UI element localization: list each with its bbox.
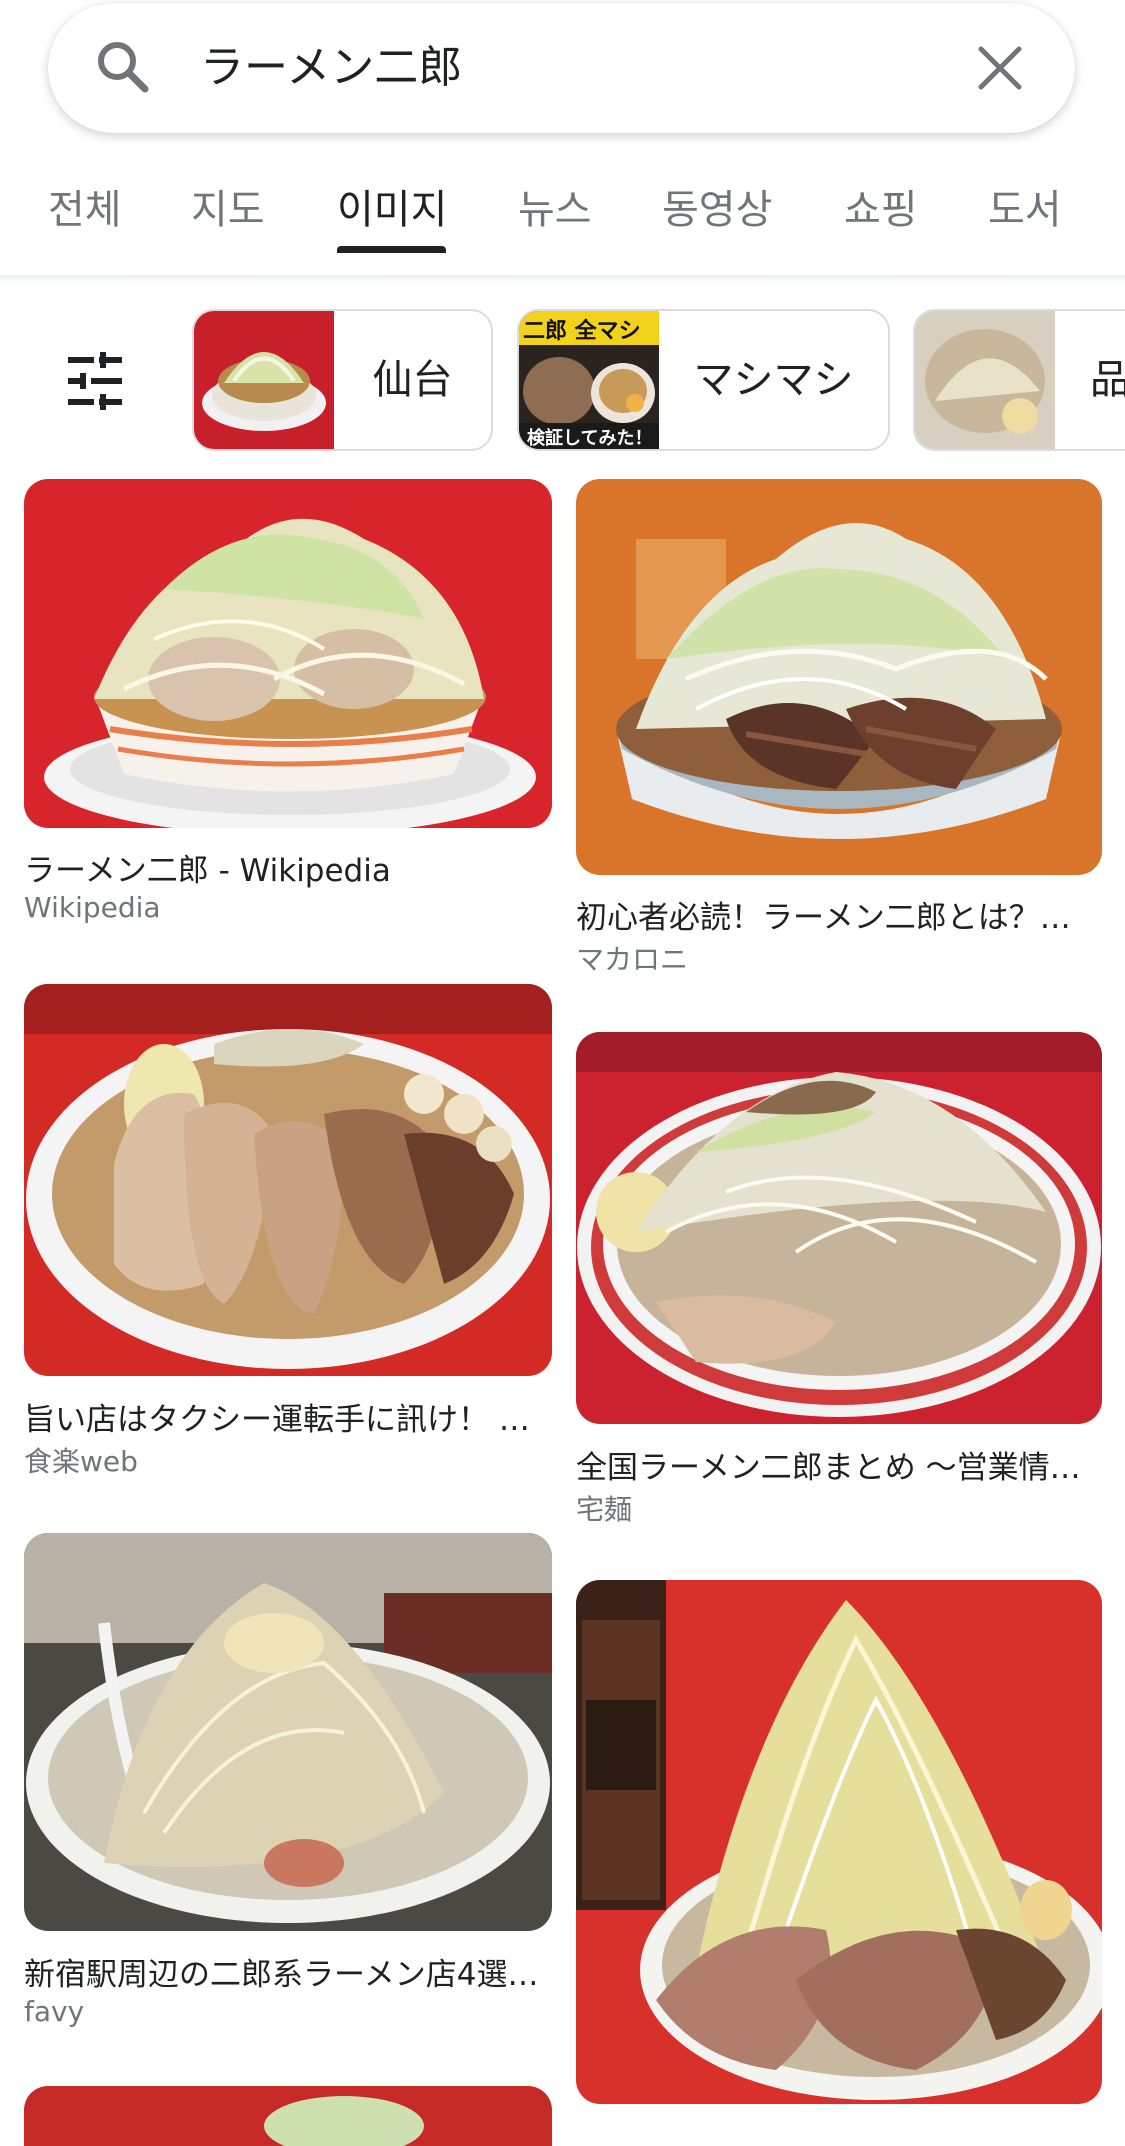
chip-sendai[interactable]: 仙台 (192, 309, 493, 451)
result-source: 食楽web (24, 1445, 138, 1478)
close-icon[interactable] (975, 43, 1025, 93)
chip-thumbnail: 二郎 全マシ 検証してみた！ (519, 311, 659, 449)
chip-thumb-text-top: 二郎 全マシ (523, 318, 641, 344)
header-divider (0, 275, 1125, 285)
chip-label: 品 (1055, 311, 1125, 449)
chip-thumbnail (915, 311, 1055, 449)
chip-label: マシマシ (693, 357, 854, 403)
search-icon[interactable] (88, 33, 158, 103)
active-tab-indicator (337, 246, 446, 253)
tab-shopping[interactable]: 쇼핑 (844, 170, 918, 254)
chip-thumbnail (194, 311, 334, 449)
tab-all[interactable]: 전체 (48, 170, 122, 254)
result-card[interactable]: 旨い店はタクシー運転手に訊け！ … 食楽web (24, 984, 552, 1484)
tune-icon[interactable] (66, 352, 124, 410)
tab-news[interactable]: 뉴스 (518, 170, 592, 254)
search-tabs: 전체 지도 이미지 뉴스 동영상 쇼핑 도서 (0, 170, 1125, 260)
result-source: Wikipedia (24, 891, 161, 924)
result-card[interactable]: 新宿駅周辺の二郎系ラーメン店4選… favy (24, 1533, 552, 2033)
result-image[interactable] (24, 984, 552, 1376)
result-image[interactable] (24, 2086, 552, 2146)
result-source: favy (24, 1995, 85, 2028)
result-title[interactable]: 新宿駅周辺の二郎系ラーメン店4選… (24, 1949, 552, 1994)
result-title[interactable]: ラーメン二郎 - Wikipedia (24, 845, 552, 890)
result-image[interactable] (576, 1580, 1102, 2104)
tab-videos[interactable]: 동영상 (662, 170, 772, 254)
chip-third[interactable]: 品 (913, 309, 1125, 451)
chip-thumb-text-bottom: 検証してみた！ (527, 427, 652, 449)
search-input[interactable]: ラーメン二郎 (200, 3, 462, 133)
chip-label: 仙台 (372, 357, 453, 403)
search-bar[interactable]: ラーメン二郎 (48, 3, 1075, 133)
result-title[interactable]: 旨い店はタクシー運転手に訊け！ … (24, 1394, 552, 1439)
result-title[interactable]: 全国ラーメン二郎まとめ ～営業情… (576, 1442, 1102, 1487)
result-title[interactable]: 初心者必読！ラーメン二郎とは？… (576, 892, 1102, 937)
result-image[interactable] (24, 1533, 552, 1931)
result-card[interactable] (24, 2086, 552, 2146)
chip-mashimashi[interactable]: 二郎 全マシ 検証してみた！ マシマシ (517, 309, 890, 451)
result-card[interactable] (576, 1580, 1102, 2104)
result-image[interactable] (24, 479, 552, 828)
result-card[interactable]: ラーメン二郎 - Wikipedia Wikipedia (24, 479, 552, 939)
result-card[interactable]: 初心者必読！ラーメン二郎とは？… マカロニ (576, 479, 1102, 979)
result-image[interactable] (576, 1032, 1102, 1424)
result-image[interactable] (576, 479, 1102, 875)
result-card[interactable]: 全国ラーメン二郎まとめ ～営業情… 宅麺 (576, 1032, 1102, 1532)
result-source: マカロニ (576, 943, 689, 976)
tab-books[interactable]: 도서 (988, 170, 1062, 254)
result-source: 宅麺 (576, 1493, 633, 1526)
tab-maps[interactable]: 지도 (191, 170, 265, 254)
tab-images[interactable]: 이미지 (337, 170, 447, 254)
